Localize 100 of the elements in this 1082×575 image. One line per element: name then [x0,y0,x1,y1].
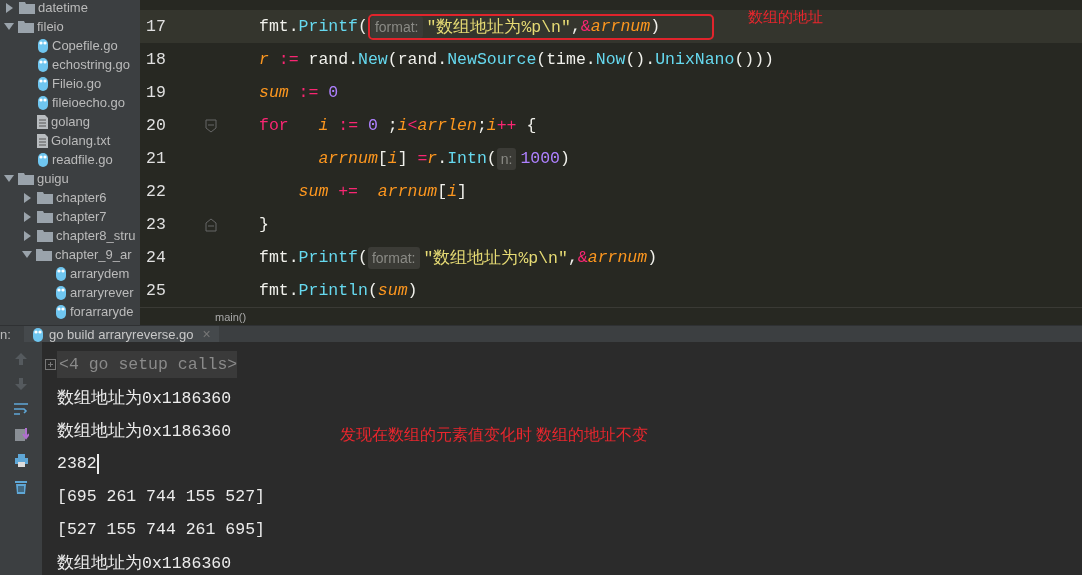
line-number: 23 [145,215,167,234]
folder-icon [19,1,35,14]
gopher-file-icon [55,266,67,281]
text-file-icon [37,133,48,148]
tree-item[interactable]: arrarydem [70,266,130,281]
function-name: Now [595,50,626,69]
variable-name: r [259,50,269,69]
print-icon[interactable] [13,453,29,468]
code-text: , [570,17,581,36]
code-text: ) [407,281,418,300]
code-text: ( [367,281,378,300]
code-text: ) [650,17,661,36]
code-text: ) [560,149,570,168]
code-text: fmt. [259,17,299,36]
string-literal: "数组地址为%p\n" [426,16,571,38]
tree-item[interactable]: echostring.go [52,57,131,72]
gopher-file-icon [55,285,67,300]
number-literal: 0 [366,116,378,135]
keyword: for [259,116,289,135]
folded-lines[interactable]: <4 go setup calls> [57,351,238,378]
line-number: 20 [145,116,167,135]
code-text: ( [486,149,497,168]
folder-icon [18,172,34,185]
code-text: ())) [734,50,774,69]
folder-icon [18,20,34,33]
run-tab[interactable]: go build arraryreverse.go × [24,326,219,342]
tree-item[interactable]: Golang.txt [51,133,111,148]
expand-icon[interactable] [45,359,56,370]
variable-name: i [486,116,497,135]
panel-label: n: [0,326,12,342]
output-line: [695 261 744 155 527] [56,487,265,506]
line-number: 18 [145,50,167,69]
breadcrumb[interactable]: main() [215,310,247,323]
tree-item[interactable]: chapter_9_ar [55,247,132,262]
fold-end-icon[interactable] [205,217,217,232]
function-name: Printf [298,248,359,267]
line-number: 21 [145,149,167,168]
code-text: rand. [307,50,359,69]
folder-icon [37,210,53,223]
operator: < [407,116,418,135]
function-name: NewSource [447,50,537,69]
operator: := [297,83,319,102]
parameter-hint: n: [496,147,517,170]
variable-name: arrlen [417,116,477,135]
tree-item[interactable]: readfile.go [52,152,113,167]
tree-item[interactable]: guigu [37,171,69,186]
tree-item[interactable]: fileioecho.go [52,95,125,110]
annotation-text: 数组的地址 [748,8,823,27]
gopher-file-icon [37,95,49,110]
operator: := [277,50,299,69]
tree-item[interactable]: datetime [38,0,88,15]
gopher-file-icon [37,38,49,53]
tree-item[interactable]: Fileio.go [52,76,102,91]
function-name: Intn [447,149,487,168]
folder-icon [37,229,53,242]
tree-item[interactable]: arraryrever [70,285,134,300]
variable-name: sum [377,281,408,300]
function-name: UnixNano [655,50,735,69]
soft-wrap-icon[interactable] [13,402,29,416]
fold-start-icon[interactable] [205,118,217,133]
string-literal: "数组地址为%p\n" [423,247,568,269]
code-text: ( [358,17,368,36]
scroll-to-end-icon[interactable] [13,427,29,442]
variable-name: i [387,149,398,168]
output-line: 数组地址为0x1186360 [56,387,232,409]
line-number: 25 [145,281,167,300]
output-line: 数组地址为0x1186360 [56,420,232,442]
code-text: . [437,149,448,168]
code-text: (time. [536,50,596,69]
variable-name: r [427,149,438,168]
code-text: } [259,215,269,234]
trash-icon[interactable] [14,479,28,494]
code-text: fmt. [259,248,299,267]
code-text: ] [397,149,409,168]
output-line: 2382 [56,454,97,473]
parameter-hint: format: [367,246,420,269]
operator: ++ [496,116,517,135]
gopher-file-icon [37,152,49,167]
operator: := [337,116,359,135]
function-name: Println [298,281,368,300]
variable-name: arrnum [587,248,648,267]
tree-item[interactable]: forarraryde [70,304,134,319]
tree-item[interactable]: fileio [37,19,64,34]
code-text: { [525,116,537,135]
gopher-icon [32,326,44,342]
gopher-file-icon [55,304,67,319]
line-number: 24 [145,248,167,267]
tree-item[interactable]: Copefile.go [52,38,118,53]
operator: = [417,149,428,168]
operator: & [580,17,591,36]
tree-item[interactable]: golang [51,114,91,129]
function-name: Printf [298,17,359,36]
line-number: 19 [145,83,167,102]
tab-title: go build arraryreverse.go [49,326,194,342]
tree-item[interactable]: chapter7 [56,209,107,224]
code-text: [ [437,182,448,201]
code-text: fmt. [259,281,299,300]
tree-item[interactable]: chapter6 [56,190,107,205]
tree-item[interactable]: chapter8_stru [56,228,136,243]
line-number: 17 [145,17,167,36]
